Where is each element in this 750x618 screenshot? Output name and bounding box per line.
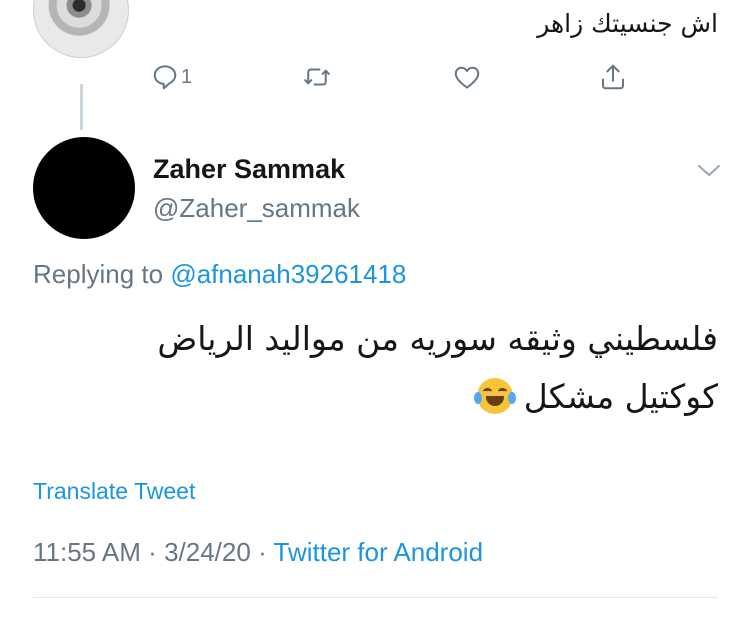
- author-handle[interactable]: @Zaher_sammak: [153, 193, 360, 224]
- reply-button[interactable]: 1: [150, 60, 192, 94]
- more-options-button[interactable]: [692, 157, 726, 183]
- parent-avatar[interactable]: [33, 0, 129, 58]
- replying-to-line: Replying to @afnanah39261418: [33, 259, 406, 290]
- reply-count: 1: [181, 65, 193, 88]
- like-button[interactable]: [452, 60, 482, 94]
- heart-icon: [454, 66, 480, 89]
- share-button[interactable]: [598, 60, 628, 94]
- share-icon: [602, 64, 624, 90]
- laughing-emoji-icon: [474, 378, 517, 414]
- tweet-meta: 11:55 AM · 3/24/20 · Twitter for Android: [33, 537, 483, 568]
- meta-separator: ·: [258, 537, 267, 567]
- translate-tweet-link[interactable]: Translate Tweet: [33, 478, 195, 505]
- retweet-icon: [304, 68, 330, 86]
- tweet-text-line-1: فلسطيني وثيقه سوريه من مواليد الرياض: [157, 319, 718, 358]
- divider: [33, 597, 718, 598]
- chevron-down-icon: [698, 165, 720, 176]
- tweet-source-link[interactable]: Twitter for Android: [274, 537, 484, 567]
- tweet-text-line-2-text: كوكتيل مشكل: [523, 377, 718, 416]
- tweet-text-line-2: كوكتيل مشكل: [38, 368, 718, 426]
- tweet-text: فلسطيني وثيقه سوريه من مواليد الرياض كوك…: [38, 310, 718, 426]
- retweet-button[interactable]: [302, 60, 332, 94]
- mention-link[interactable]: @afnanah39261418: [170, 259, 406, 289]
- thread-line: [80, 84, 83, 130]
- reply-icon: [153, 65, 177, 90]
- parent-tweet-text: اش جنسيتك زاهر: [537, 9, 718, 38]
- replying-prefix: Replying to: [33, 259, 164, 289]
- tweet-time: 11:55 AM: [33, 537, 141, 567]
- tweet-date: 3/24/20: [164, 537, 251, 567]
- author-name[interactable]: Zaher Sammak: [153, 154, 345, 185]
- author-avatar[interactable]: [33, 137, 135, 239]
- meta-separator: ·: [148, 537, 157, 567]
